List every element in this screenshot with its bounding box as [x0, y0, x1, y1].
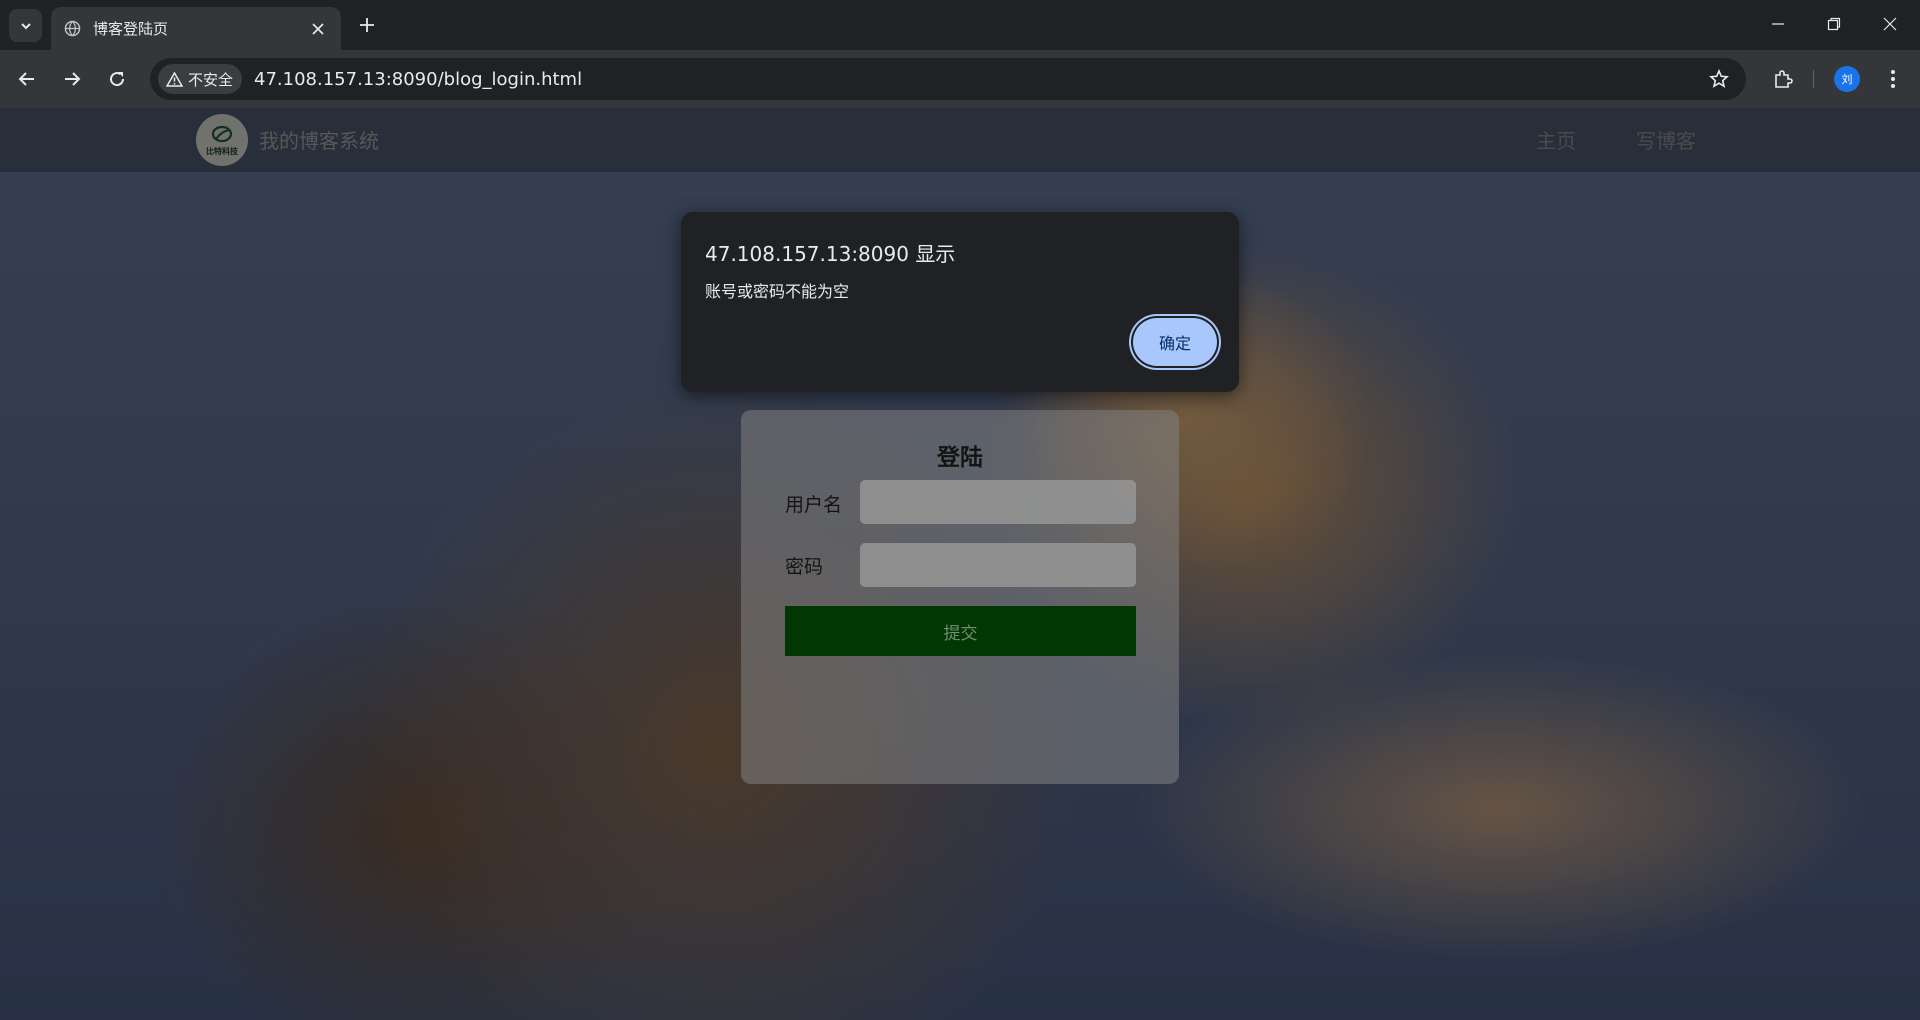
tab-search-button[interactable] — [9, 9, 42, 42]
browser-toolbar: 不安全 47.108.157.13:8090/blog_login.html 刘 — [0, 50, 1920, 108]
plus-icon — [360, 18, 374, 32]
reload-icon — [110, 72, 125, 87]
chevron-down-icon — [20, 22, 31, 29]
close-icon[interactable] — [307, 18, 329, 40]
extension-icon — [1775, 70, 1793, 88]
new-tab-button[interactable] — [352, 10, 382, 40]
globe-icon — [63, 20, 81, 38]
back-button[interactable] — [10, 62, 44, 96]
bookmark-button[interactable] — [1704, 64, 1734, 94]
alert-title: 47.108.157.13:8090 显示 — [705, 242, 956, 266]
login-title: 登陆 — [937, 445, 983, 471]
back-arrow-icon — [18, 72, 34, 86]
alert-dialog: 47.108.157.13:8090 显示 账号或密码不能为空 确定 — [681, 212, 1239, 392]
restore-button[interactable] — [1806, 0, 1862, 48]
minimize-icon — [1772, 23, 1784, 25]
page-viewport: 比特科技 我的博客系统 主页 写博客 登陆 用户名 密码 提交 47.108.1… — [0, 108, 1920, 1020]
minimize-button[interactable] — [1750, 0, 1806, 48]
password-input[interactable] — [860, 543, 1136, 587]
more-vert-icon — [1891, 70, 1895, 88]
forward-button[interactable] — [55, 62, 89, 96]
active-tab[interactable]: 博客登陆页 — [51, 7, 341, 50]
submit-button[interactable]: 提交 — [785, 606, 1136, 656]
warning-icon — [166, 71, 183, 87]
username-input[interactable] — [860, 480, 1136, 524]
login-card: 登陆 用户名 密码 提交 — [741, 410, 1179, 784]
address-bar[interactable]: 不安全 47.108.157.13:8090/blog_login.html — [150, 58, 1746, 100]
username-label: 用户名 — [785, 494, 843, 516]
forward-arrow-icon — [65, 72, 81, 86]
alert-ok-button[interactable]: 确定 — [1133, 318, 1217, 366]
profile-avatar[interactable]: 刘 — [1834, 66, 1860, 92]
star-icon — [1709, 69, 1729, 88]
close-window-icon — [1883, 17, 1897, 31]
restore-icon — [1827, 17, 1841, 31]
reload-button[interactable] — [100, 62, 134, 96]
extensions-button[interactable] — [1766, 62, 1800, 96]
url-text[interactable]: 47.108.157.13:8090/blog_login.html — [254, 69, 582, 90]
close-window-button[interactable] — [1862, 0, 1918, 48]
alert-message: 账号或密码不能为空 — [705, 282, 850, 301]
toolbar-separator — [1813, 70, 1814, 88]
security-label: 不安全 — [188, 70, 234, 89]
tab-title: 博客登陆页 — [93, 20, 169, 38]
security-chip[interactable]: 不安全 — [158, 64, 243, 94]
password-label: 密码 — [785, 556, 824, 578]
browser-menu-button[interactable] — [1876, 62, 1910, 96]
tab-strip: 博客登陆页 — [0, 0, 1920, 50]
